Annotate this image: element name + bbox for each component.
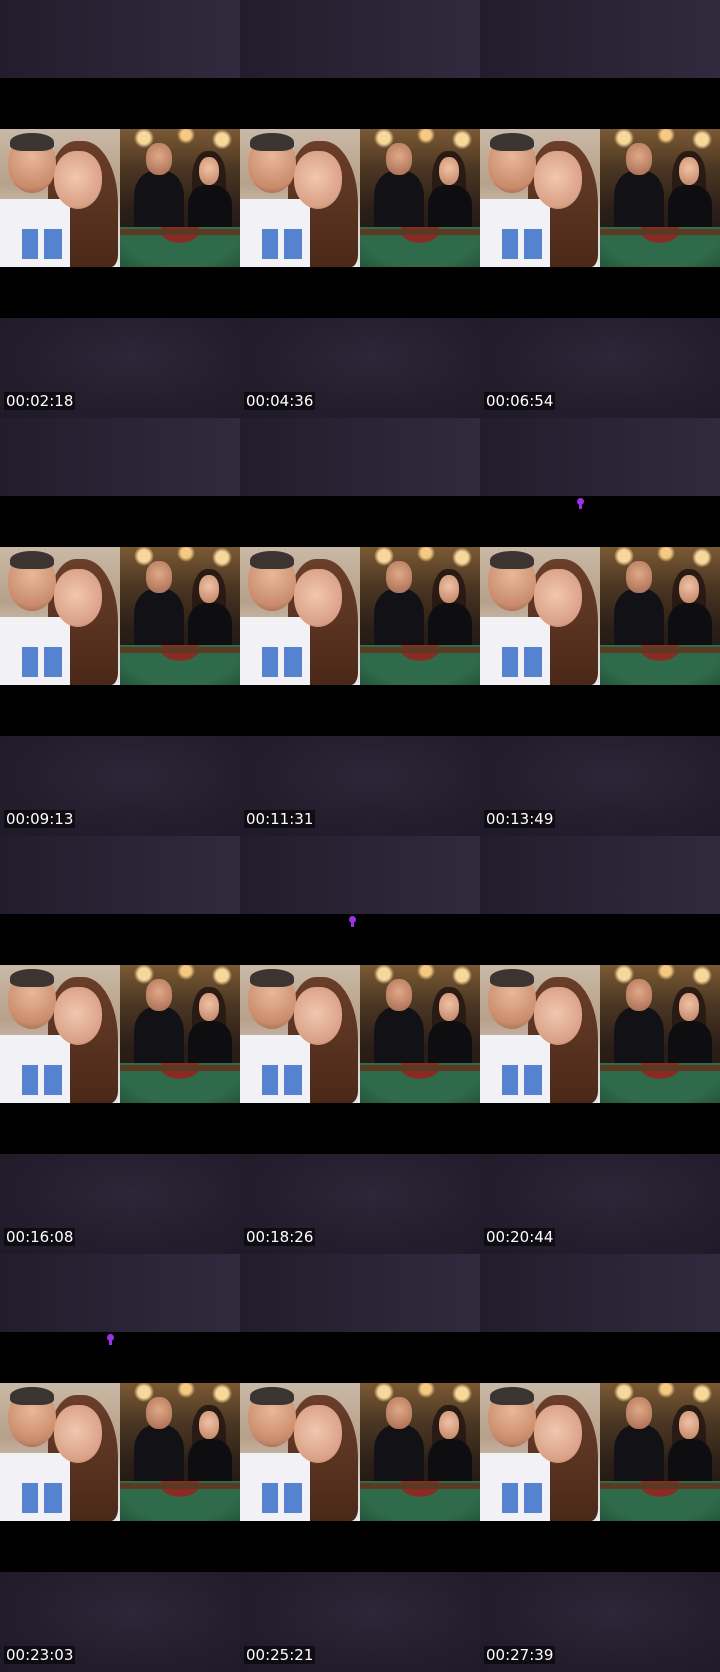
photo-couple-kiss: [0, 1383, 120, 1521]
photo-casino: [360, 129, 480, 267]
timestamp-label: 00:06:54: [484, 392, 556, 410]
frame-photos: [480, 129, 720, 267]
photo-couple-kiss: [240, 547, 360, 685]
thumbnail-frame[interactable]: 00:02:18: [0, 0, 240, 418]
timestamp-label: 00:13:49: [484, 810, 556, 828]
timestamp-label: 00:23:03: [4, 1646, 76, 1664]
thumbnail-frame[interactable]: 00:16:08: [0, 836, 240, 1254]
thumbnail-frame[interactable]: 00:13:49: [480, 418, 720, 836]
photo-casino: [360, 547, 480, 685]
frame-photos: [480, 1383, 720, 1521]
photo-casino: [120, 547, 240, 685]
timestamp-label: 00:02:18: [4, 392, 76, 410]
frame-photos: [240, 1383, 480, 1521]
thumbnail-frame[interactable]: 00:04:36: [240, 0, 480, 418]
frame-photos: [0, 965, 240, 1103]
photo-casino: [600, 547, 720, 685]
photo-couple-kiss: [240, 129, 360, 267]
photo-couple-kiss: [0, 547, 120, 685]
timestamp-label: 00:25:21: [244, 1646, 316, 1664]
frame-backdrop-top: [240, 1254, 480, 1332]
timestamp-label: 00:20:44: [484, 1228, 556, 1246]
frame-photos: [0, 1383, 240, 1521]
photo-casino: [360, 1383, 480, 1521]
photo-casino: [600, 965, 720, 1103]
timestamp-label: 00:18:26: [244, 1228, 316, 1246]
timestamp-label: 00:16:08: [4, 1228, 76, 1246]
frame-photos: [480, 547, 720, 685]
photo-casino: [120, 129, 240, 267]
frame-backdrop-top: [0, 418, 240, 496]
frame-photos: [0, 547, 240, 685]
frame-backdrop-top: [480, 1254, 720, 1332]
photo-couple-kiss: [480, 129, 600, 267]
frame-backdrop-top: [0, 0, 240, 78]
frame-photos: [240, 547, 480, 685]
thumbnail-frame[interactable]: 00:27:39: [480, 1254, 720, 1672]
frame-backdrop-top: [480, 0, 720, 78]
frame-backdrop-top: [240, 0, 480, 78]
photo-casino: [600, 129, 720, 267]
frame-photos: [240, 129, 480, 267]
photo-couple-kiss: [480, 965, 600, 1103]
thumbnail-frame[interactable]: 00:09:13: [0, 418, 240, 836]
thumbnail-frame[interactable]: 00:06:54: [480, 0, 720, 418]
frame-backdrop-top: [0, 1254, 240, 1332]
location-pin-icon: [577, 498, 584, 510]
frame-photos: [480, 965, 720, 1103]
timestamp-label: 00:09:13: [4, 810, 76, 828]
timestamp-label: 00:04:36: [244, 392, 316, 410]
thumbnail-frame[interactable]: 00:11:31: [240, 418, 480, 836]
photo-casino: [600, 1383, 720, 1521]
frame-backdrop-top: [480, 418, 720, 496]
frame-photos: [0, 129, 240, 267]
frame-photos: [240, 965, 480, 1103]
location-pin-icon: [349, 916, 356, 928]
frame-backdrop-top: [480, 836, 720, 914]
thumbnail-frame[interactable]: 00:20:44: [480, 836, 720, 1254]
frame-backdrop-top: [240, 836, 480, 914]
photo-couple-kiss: [240, 1383, 360, 1521]
thumbnail-frame[interactable]: 00:18:26: [240, 836, 480, 1254]
thumbnail-frame[interactable]: 00:23:03: [0, 1254, 240, 1672]
photo-casino: [120, 1383, 240, 1521]
thumbnail-frame[interactable]: 00:25:21: [240, 1254, 480, 1672]
timestamp-label: 00:27:39: [484, 1646, 556, 1664]
photo-couple-kiss: [480, 1383, 600, 1521]
photo-couple-kiss: [240, 965, 360, 1103]
photo-couple-kiss: [480, 547, 600, 685]
frame-backdrop-top: [240, 418, 480, 496]
location-pin-icon: [107, 1334, 114, 1346]
frame-backdrop-top: [0, 836, 240, 914]
photo-casino: [360, 965, 480, 1103]
photo-casino: [120, 965, 240, 1103]
timestamp-label: 00:11:31: [244, 810, 316, 828]
thumbnail-grid: 00:02:18 00:04:36 00:06:54 00:09:13 00:1…: [0, 0, 720, 1672]
photo-couple-kiss: [0, 965, 120, 1103]
photo-couple-kiss: [0, 129, 120, 267]
